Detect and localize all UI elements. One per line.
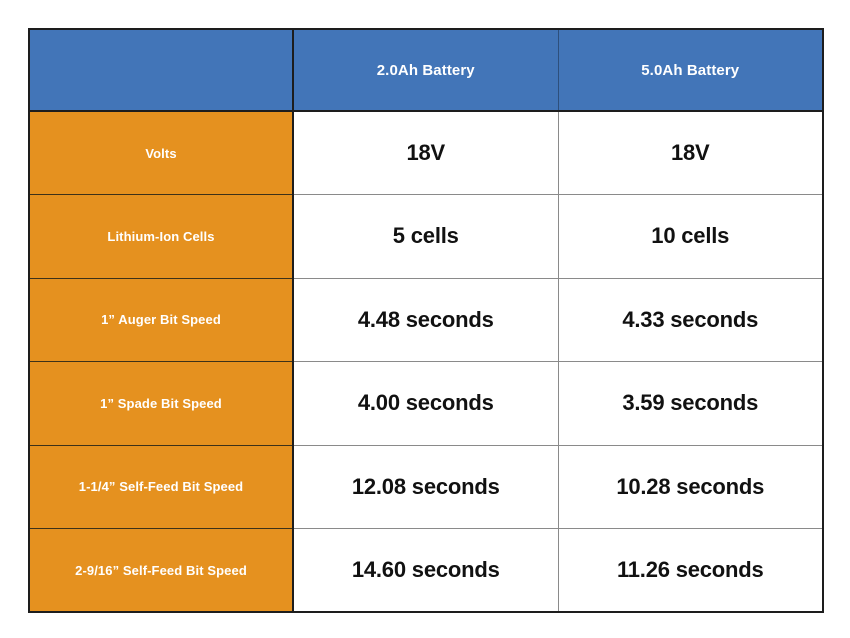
battery-comparison-table: 2.0Ah Battery 5.0Ah Battery Volts 18V 18… [28, 28, 824, 613]
table-row: 1” Auger Bit Speed 4.48 seconds 4.33 sec… [29, 278, 823, 362]
table-row: Volts 18V 18V [29, 111, 823, 195]
table-row: 1-1/4” Self-Feed Bit Speed 12.08 seconds… [29, 445, 823, 529]
value-self-feed-2-9-16-5-0ah: 11.26 seconds [558, 528, 823, 612]
column-header-2-0ah: 2.0Ah Battery [293, 29, 559, 112]
value-self-feed-1-1-4-2-0ah: 12.08 seconds [293, 445, 559, 529]
value-self-feed-1-1-4-5-0ah: 10.28 seconds [558, 445, 823, 529]
table-body: Volts 18V 18V Lithium-Ion Cells 5 cells … [29, 111, 823, 612]
value-spade-5-0ah: 3.59 seconds [558, 361, 823, 446]
column-header-5-0ah: 5.0Ah Battery [558, 29, 823, 112]
value-self-feed-2-9-16-2-0ah: 14.60 seconds [293, 528, 559, 612]
row-label-self-feed-1-1-4: 1-1/4” Self-Feed Bit Speed [29, 445, 294, 529]
value-volts-2-0ah: 18V [293, 111, 559, 195]
value-auger-2-0ah: 4.48 seconds [293, 278, 559, 362]
table-row: 1” Spade Bit Speed 4.00 seconds 3.59 sec… [29, 361, 823, 446]
table-corner-cell [29, 29, 294, 112]
table-header: 2.0Ah Battery 5.0Ah Battery [29, 29, 823, 112]
page-canvas: 2.0Ah Battery 5.0Ah Battery Volts 18V 18… [0, 0, 850, 638]
value-volts-5-0ah: 18V [558, 111, 823, 195]
value-spade-2-0ah: 4.00 seconds [293, 361, 559, 446]
value-cells-5-0ah: 10 cells [558, 194, 823, 279]
table-row: 2-9/16” Self-Feed Bit Speed 14.60 second… [29, 528, 823, 612]
header-row: 2.0Ah Battery 5.0Ah Battery [29, 29, 823, 112]
table-row: Lithium-Ion Cells 5 cells 10 cells [29, 194, 823, 279]
row-label-volts: Volts [29, 111, 294, 195]
value-cells-2-0ah: 5 cells [293, 194, 559, 279]
value-auger-5-0ah: 4.33 seconds [558, 278, 823, 362]
row-label-spade-bit-speed: 1” Spade Bit Speed [29, 361, 294, 446]
row-label-self-feed-2-9-16: 2-9/16” Self-Feed Bit Speed [29, 528, 294, 612]
row-label-auger-bit-speed: 1” Auger Bit Speed [29, 278, 294, 362]
row-label-lithium-ion-cells: Lithium-Ion Cells [29, 194, 294, 279]
